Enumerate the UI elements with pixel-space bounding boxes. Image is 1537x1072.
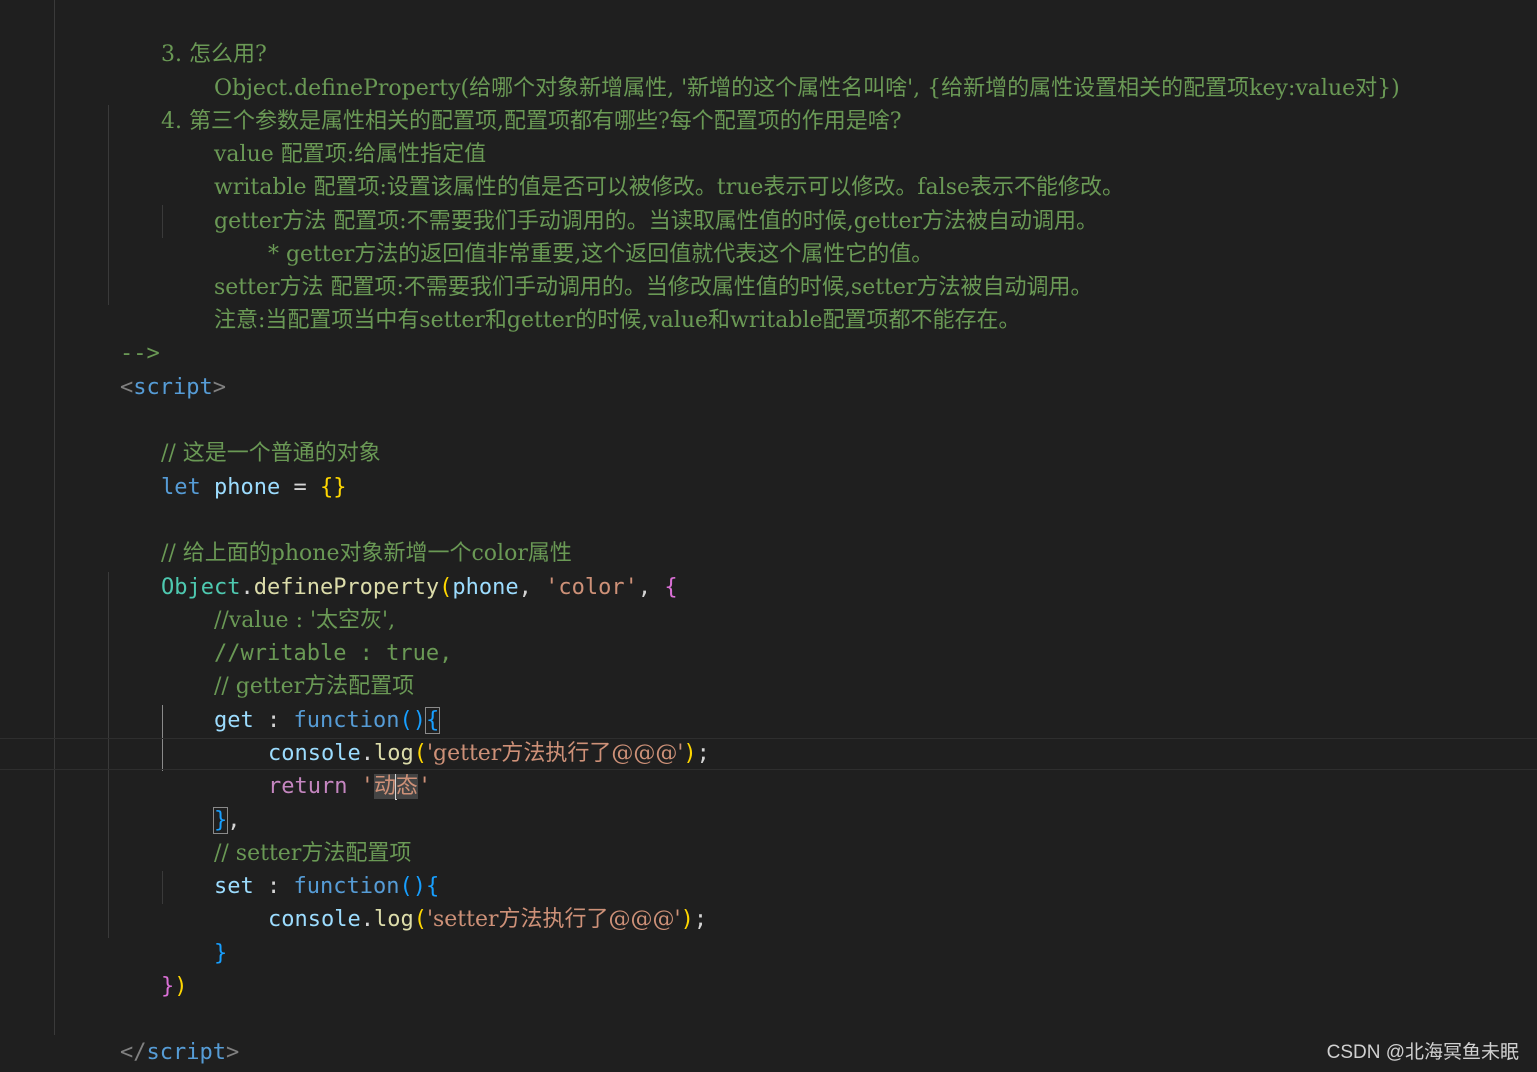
semicolon: ; (693, 907, 708, 932)
bracket: ) (174, 974, 188, 999)
bracket: } (333, 475, 347, 500)
bracket: } (213, 941, 228, 966)
string: 'setter方法执行了@@@' (426, 907, 681, 932)
code-line[interactable]: * getter方法的返回值非常重要,这个返回值就代表这个属性它的值。 (215, 205, 933, 267)
operator: = (280, 475, 320, 500)
code-line[interactable]: // getter方法配置项 (161, 637, 414, 699)
keyword: let (160, 475, 201, 500)
string-selected-text: 态 (395, 774, 418, 799)
string-quote: ' (360, 774, 374, 799)
code-line-current[interactable]: return '动态' (215, 737, 431, 800)
code-line[interactable]: Object.defineProperty(给哪个对象新增属性, '新增的这个属… (161, 39, 1400, 101)
bracket: { (664, 575, 678, 600)
watermark: CSDN @北海冥鱼未眠 (1326, 1042, 1519, 1063)
keyword-return: return (267, 774, 348, 799)
tag-name: script (146, 1040, 226, 1065)
indent-guide (54, 0, 55, 1035)
code-line[interactable]: // 这是一个普通的对象 (108, 404, 381, 466)
comma: , (637, 575, 665, 600)
tag-bracket: > (225, 1040, 240, 1065)
bracket: ) (683, 741, 697, 766)
code-line[interactable]: 3. 怎么用? (108, 5, 267, 67)
tag-bracket: > (212, 375, 226, 400)
code-line[interactable]: get : function(){ (161, 671, 441, 734)
function-name: log (373, 907, 414, 932)
code-line[interactable]: } (161, 904, 227, 966)
bracket: ( (439, 575, 453, 600)
code-line[interactable]: getter方法 配置项:不需要我们手动调用的。当读取属性值的时候,getter… (161, 172, 1098, 234)
code-line[interactable]: 注意:当配置项当中有setter和getter的时候,value和writabl… (161, 271, 1021, 333)
code-line[interactable]: console.log('setter方法执行了@@@'); (215, 870, 707, 932)
object-name: console (267, 907, 361, 932)
comma: , (518, 575, 546, 600)
code-line[interactable]: let phone = {} (108, 438, 346, 500)
string: 'color' (545, 575, 638, 600)
code-line[interactable]: <script> (67, 338, 226, 400)
code-line[interactable]: //value : '太空灰', (161, 571, 395, 633)
code-line[interactable]: //writable : true, (161, 604, 452, 666)
string-selected-text: 动 (373, 774, 396, 799)
code-line[interactable]: setter方法 配置项:不需要我们手动调用的。当修改属性值的时候,setter… (161, 238, 1092, 300)
code-line[interactable]: value 配置项:给属性指定值 (161, 105, 486, 167)
comment-text: 注意:当配置项当中有setter和getter的时候,value和writabl… (213, 308, 1021, 333)
code-line[interactable]: </body> (0, 1036, 146, 1069)
code-line[interactable]: console.log('getter方法执行了@@@'); (215, 704, 710, 766)
bracket: { (319, 475, 334, 500)
code-line[interactable]: }, (161, 771, 240, 834)
bracket: ( (413, 907, 427, 932)
code-line[interactable]: // 给上面的phone对象新增一个color属性 (108, 504, 572, 566)
code-line[interactable]: set : function(){ (161, 837, 439, 899)
argument: phone (452, 575, 519, 600)
code-line[interactable]: }) (108, 937, 188, 999)
bracket: ) (680, 907, 694, 932)
tag-bracket: < (119, 375, 134, 400)
dot: . (360, 907, 374, 932)
code-line[interactable]: // setter方法配置项 (161, 804, 411, 866)
tag-name: script (133, 375, 213, 400)
code-line[interactable]: 4. 第三个参数是属性相关的配置项,配置项都有哪些?每个配置项的作用是啥? (108, 72, 902, 134)
code-line[interactable]: Object.defineProperty(phone, 'color', { (108, 538, 678, 600)
code-editor[interactable]: 3. 怎么用? Object.defineProperty(给哪个对象新增属性,… (0, 0, 1537, 1072)
code-line[interactable]: writable 配置项:设置该属性的值是否可以被修改。true表示可以修改。f… (161, 138, 1124, 200)
semicolon: ; (696, 741, 710, 766)
variable-name: phone (213, 475, 281, 500)
code-line[interactable]: --> (67, 304, 160, 366)
code-line[interactable]: </script> (67, 1003, 239, 1065)
string-quote: ' (418, 774, 432, 799)
string: 'getter方法执行了@@@' (426, 741, 684, 766)
bracket: } (160, 974, 175, 999)
